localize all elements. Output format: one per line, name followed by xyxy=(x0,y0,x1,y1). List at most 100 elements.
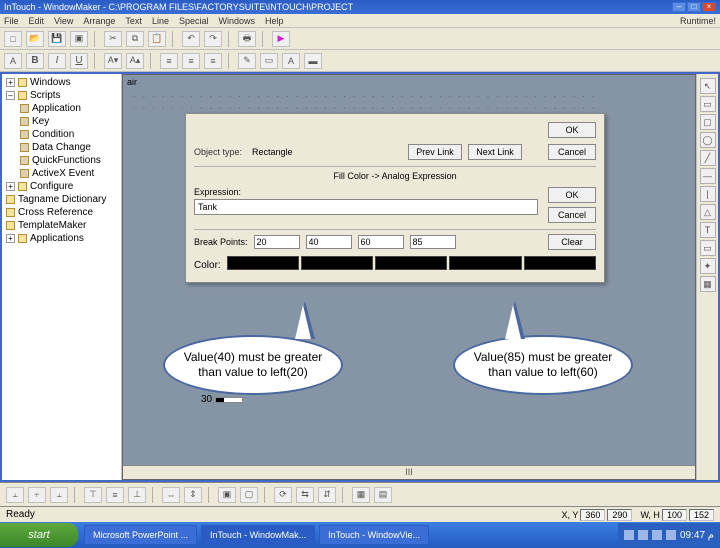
next-link-button[interactable]: Next Link xyxy=(468,144,522,160)
tree-item[interactable]: Key xyxy=(4,115,119,128)
ok-button-2[interactable]: OK xyxy=(548,187,596,203)
tool-italic-icon[interactable]: I xyxy=(48,53,66,69)
tool-dup-icon[interactable]: ▣ xyxy=(70,31,88,47)
align-right-icon[interactable]: ⫠ xyxy=(50,487,68,503)
tool-new-icon[interactable]: □ xyxy=(4,31,22,47)
tray-icon[interactable] xyxy=(666,530,676,540)
menu-view[interactable]: View xyxy=(54,16,73,26)
tool-paste-icon[interactable]: 📋 xyxy=(148,31,166,47)
tool-text-icon[interactable]: T xyxy=(700,222,716,238)
tool-cut-icon[interactable]: ✂ xyxy=(104,31,122,47)
align-center-icon[interactable]: ⫟ xyxy=(28,487,46,503)
tool-poly-icon[interactable]: △ xyxy=(700,204,716,220)
minimize-button[interactable]: – xyxy=(672,2,686,12)
tool-under-icon[interactable]: U xyxy=(70,53,88,69)
tool-button-icon[interactable]: ▭ xyxy=(700,240,716,256)
close-button[interactable]: × xyxy=(702,2,716,12)
group-icon[interactable]: ▦ xyxy=(352,487,370,503)
ok-button[interactable]: OK xyxy=(548,122,596,138)
align-top-icon[interactable]: ⊤ xyxy=(84,487,102,503)
tool-print-icon[interactable]: 🖶 xyxy=(238,31,256,47)
clear-button[interactable]: Clear xyxy=(548,234,596,250)
tree-item[interactable]: +Configure xyxy=(4,180,119,193)
tool-align-l-icon[interactable]: ≡ xyxy=(160,53,178,69)
menu-windows[interactable]: Windows xyxy=(218,16,255,26)
expand-icon[interactable]: + xyxy=(6,182,15,191)
menu-line[interactable]: Line xyxy=(152,16,169,26)
tree-item[interactable]: Application xyxy=(4,102,119,115)
bp-input-2[interactable] xyxy=(306,235,352,249)
tool-bold-icon[interactable]: B xyxy=(26,53,44,69)
flip-v-icon[interactable]: ⇵ xyxy=(318,487,336,503)
tray-icon[interactable] xyxy=(652,530,662,540)
bp-input-1[interactable] xyxy=(254,235,300,249)
tool-linecolor-icon[interactable]: ✎ xyxy=(238,53,256,69)
align-mid-icon[interactable]: ≡ xyxy=(106,487,124,503)
tool-wizard-icon[interactable]: ✦ xyxy=(700,258,716,274)
color-swatch[interactable] xyxy=(449,256,521,270)
tool-undo-icon[interactable]: ↶ xyxy=(182,31,200,47)
tree-item[interactable]: +Applications xyxy=(4,232,119,245)
color-swatch[interactable] xyxy=(375,256,447,270)
tool-bitmap-icon[interactable]: ▦ xyxy=(700,276,716,292)
menu-arrange[interactable]: Arrange xyxy=(83,16,115,26)
design-canvas[interactable]: air OK Object type: Rectangle Prev Link … xyxy=(122,74,696,480)
prev-link-button[interactable]: Prev Link xyxy=(408,144,462,160)
tool-save-icon[interactable]: 💾 xyxy=(48,31,66,47)
align-left-icon[interactable]: ⫠ xyxy=(6,487,24,503)
color-swatch[interactable] xyxy=(227,256,299,270)
menu-runtime[interactable]: Runtime! xyxy=(680,16,716,26)
tool-hline-icon[interactable]: — xyxy=(700,168,716,184)
tree-item[interactable]: Tagname Dictionary xyxy=(4,193,119,206)
tool-pointer-icon[interactable]: ↖ xyxy=(700,78,716,94)
tool-sizedn-icon[interactable]: A▾ xyxy=(104,53,122,69)
cancel-button-2[interactable]: Cancel xyxy=(548,207,596,223)
menu-special[interactable]: Special xyxy=(179,16,209,26)
tree-item[interactable]: Condition xyxy=(4,128,119,141)
tree-item[interactable]: Cross Reference xyxy=(4,206,119,219)
tool-sizeup-icon[interactable]: A▴ xyxy=(126,53,144,69)
space-v-icon[interactable]: ⇕ xyxy=(184,487,202,503)
system-tray[interactable]: 09:47 م xyxy=(618,523,720,547)
ungroup-icon[interactable]: ▤ xyxy=(374,487,392,503)
align-bot-icon[interactable]: ⊥ xyxy=(128,487,146,503)
tool-bgcolor-icon[interactable]: ▬ xyxy=(304,53,322,69)
tree-item[interactable]: –Scripts xyxy=(4,89,119,102)
taskbar-item[interactable]: InTouch - WindowVie... xyxy=(319,525,429,545)
tree-item[interactable]: +Windows xyxy=(4,76,119,89)
tool-font-icon[interactable]: A xyxy=(4,53,22,69)
flip-h-icon[interactable]: ⇆ xyxy=(296,487,314,503)
expand-icon[interactable]: + xyxy=(6,234,15,243)
back-icon[interactable]: ▢ xyxy=(240,487,258,503)
expression-input[interactable] xyxy=(194,199,538,215)
expand-icon[interactable]: + xyxy=(6,78,15,87)
tool-line-icon[interactable]: ╱ xyxy=(700,150,716,166)
tray-icon[interactable] xyxy=(638,530,648,540)
tool-run-icon[interactable]: ▶ xyxy=(272,31,290,47)
tool-redo-icon[interactable]: ↷ xyxy=(204,31,222,47)
tool-align-c-icon[interactable]: ≡ xyxy=(182,53,200,69)
tool-rect-icon[interactable]: ▭ xyxy=(700,96,716,112)
tree-item[interactable]: Data Change xyxy=(4,141,119,154)
bp-input-4[interactable] xyxy=(410,235,456,249)
start-button[interactable]: start xyxy=(0,523,78,547)
rotate-icon[interactable]: ⟳ xyxy=(274,487,292,503)
tree-item[interactable]: TemplateMaker xyxy=(4,219,119,232)
tool-open-icon[interactable]: 📂 xyxy=(26,31,44,47)
tool-align-r-icon[interactable]: ≡ xyxy=(204,53,222,69)
menu-text[interactable]: Text xyxy=(125,16,142,26)
menu-help[interactable]: Help xyxy=(265,16,284,26)
tool-fillcolor-icon[interactable]: ▭ xyxy=(260,53,278,69)
taskbar-item[interactable]: InTouch - WindowMak... xyxy=(201,525,315,545)
color-swatch[interactable] xyxy=(524,256,596,270)
bp-input-3[interactable] xyxy=(358,235,404,249)
expand-icon[interactable]: – xyxy=(6,91,15,100)
tool-textcolor-icon[interactable]: A xyxy=(282,53,300,69)
color-swatch[interactable] xyxy=(301,256,373,270)
tree-item[interactable]: ActiveX Event xyxy=(4,167,119,180)
space-h-icon[interactable]: ⇔ xyxy=(162,487,180,503)
cancel-button[interactable]: Cancel xyxy=(548,144,596,160)
tool-copy-icon[interactable]: ⧉ xyxy=(126,31,144,47)
tray-icon[interactable] xyxy=(624,530,634,540)
tool-vline-icon[interactable]: | xyxy=(700,186,716,202)
